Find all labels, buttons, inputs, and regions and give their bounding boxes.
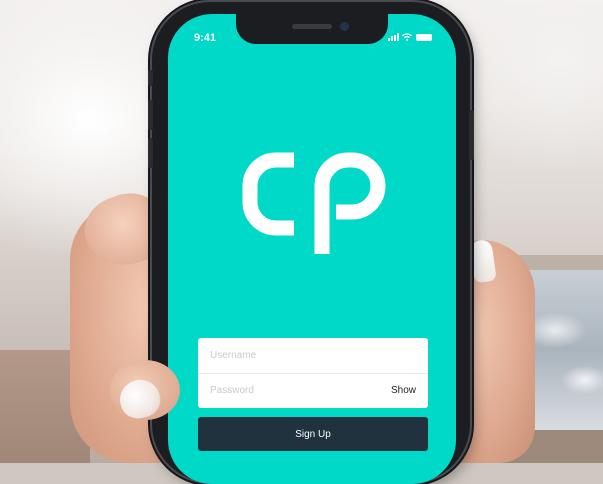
speaker-grille [292,24,332,29]
sign-up-button[interactable]: Sign Up [198,417,428,451]
cp-logo: CP [242,152,386,254]
phone-volume-down [148,138,153,168]
password-input[interactable] [198,385,372,396]
password-row: Show [198,373,428,408]
username-input[interactable] [198,350,372,361]
signal-icon [388,33,399,41]
login-card: Show [198,338,428,408]
phone-mute-switch [148,70,153,86]
camera-icon [340,22,349,31]
phone-screen: 9:41 CP Show Sign Up [168,14,456,484]
status-time: 9:41 [194,32,217,44]
phone-notch [236,14,388,44]
phone-volume-up [148,100,153,130]
status-icons [388,33,432,41]
phone-power-button [469,110,474,160]
battery-icon [416,34,432,41]
wifi-icon [402,33,412,41]
show-password-toggle[interactable]: Show [391,385,416,396]
username-row [198,338,428,374]
